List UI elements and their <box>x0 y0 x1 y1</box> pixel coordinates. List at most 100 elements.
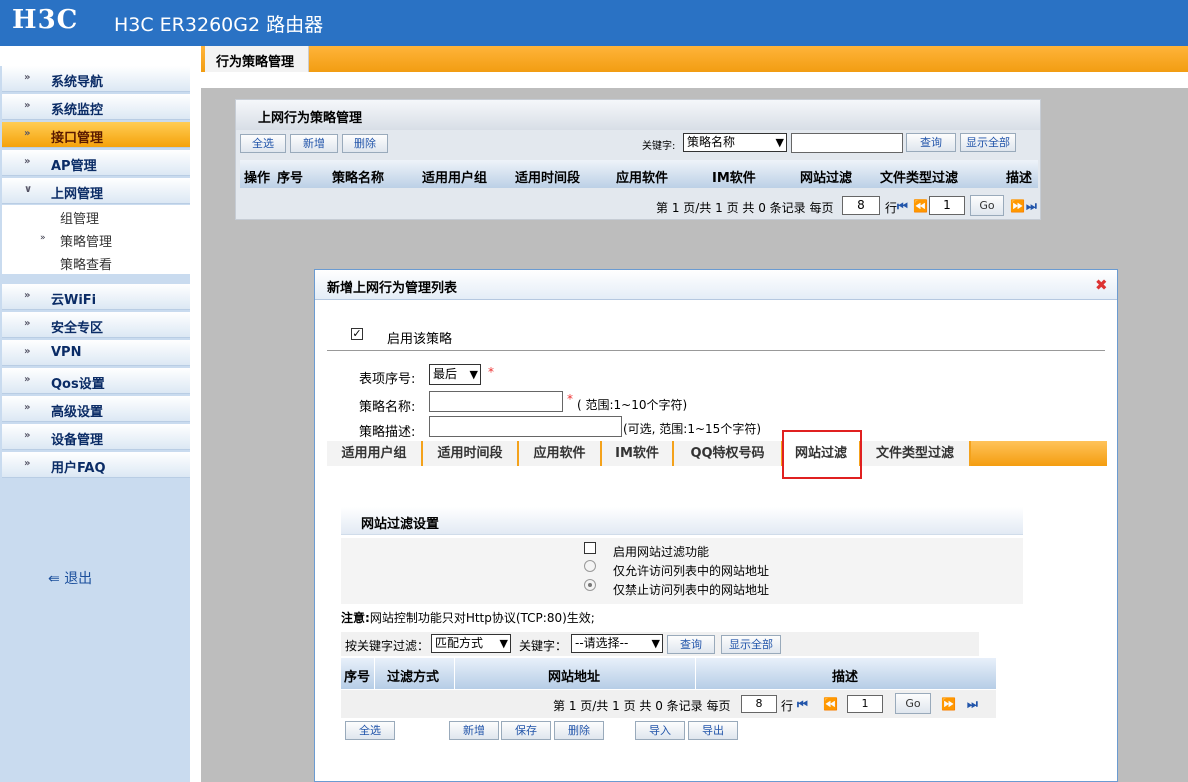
dlg-add-button[interactable]: 新增 <box>449 721 499 740</box>
sidebar-item-advanced[interactable]: » 高级设置 <box>2 396 190 422</box>
chevron-right-icon: » <box>24 156 31 167</box>
policy-desc-input[interactable] <box>429 416 622 437</box>
logout-link[interactable]: ⇚ 退出 <box>48 568 92 588</box>
tab-behavior-policy[interactable]: 行为策略管理 <box>205 46 309 72</box>
enable-filter-checkbox[interactable] <box>584 542 596 554</box>
policy-table-header: 操作 序号 策略名称 适用用户组 适用时间段 应用软件 IM软件 网站过滤 文件… <box>240 160 1038 188</box>
website-go-button[interactable]: Go <box>895 693 931 714</box>
sidebar-item-qos[interactable]: » Qos设置 <box>2 368 190 394</box>
chevron-right-icon: » <box>24 290 31 301</box>
chevron-down-icon: ▼ <box>775 136 784 149</box>
tab-im[interactable]: IM软件 <box>602 441 674 466</box>
tab-qq-privilege[interactable]: QQ特权号码 <box>674 441 783 466</box>
filter-options: 启用网站过滤功能 仅允许访问列表中的网站地址 仅禁止访问列表中的网站地址 <box>341 538 1023 604</box>
website-pager: 第 1 页/共 1 页 共 0 条记录 每页 8 行 ⏮ ⏪ 1 Go ⏩ ⏭ <box>341 690 996 718</box>
select-all-button[interactable]: 全选 <box>240 134 286 153</box>
filter-show-all-button[interactable]: 显示全部 <box>721 635 781 654</box>
add-button[interactable]: 新增 <box>290 134 338 153</box>
keyword-input[interactable] <box>791 133 903 153</box>
sidebar-item-cloud-wifi[interactable]: » 云WiFi <box>2 284 190 310</box>
policy-name-input[interactable] <box>429 391 563 412</box>
sidebar-item-faq[interactable]: » 用户FAQ <box>2 452 190 478</box>
enable-policy-checkbox[interactable]: ✓ <box>351 328 363 340</box>
delete-button[interactable]: 删除 <box>342 134 388 153</box>
chevron-right-icon: » <box>24 402 31 413</box>
deny-list-radio[interactable] <box>584 579 596 591</box>
keyword-select[interactable]: 策略名称 ▼ <box>683 133 787 152</box>
sidebar-subitem-group[interactable]: 组管理 <box>2 205 190 228</box>
next-page-icon[interactable]: ⏩ <box>1010 199 1025 213</box>
add-policy-dialog: 新增上网行为管理列表 ✖ ✓ 启用该策略 表项序号: 最后 ▼ * 策略名称: *… <box>314 269 1118 782</box>
dlg-delete-button[interactable]: 删除 <box>554 721 604 740</box>
sidebar-item-vpn[interactable]: » VPN <box>2 340 190 366</box>
tab-user-group[interactable]: 适用用户组 <box>327 441 423 466</box>
go-button[interactable]: Go <box>970 195 1004 216</box>
highlight-box <box>782 430 862 479</box>
chevron-right-icon: » <box>24 430 31 441</box>
website-table-header: 序号 过滤方式 网站地址 描述 <box>341 658 996 689</box>
chevron-right-icon: » <box>24 318 31 329</box>
allow-list-radio[interactable] <box>584 560 596 572</box>
chevron-right-icon: » <box>40 233 46 243</box>
query-button[interactable]: 查询 <box>906 133 956 152</box>
prev-page-icon[interactable]: ⏪ <box>823 697 838 711</box>
last-page-icon[interactable]: ⏭ <box>1026 199 1037 214</box>
policy-list-panel: 上网行为策略管理 全选 新增 删除 关键字: 策略名称 ▼ 查询 显示全部 操作 … <box>235 99 1041 220</box>
sidebar-item-security[interactable]: » 安全专区 <box>2 312 190 338</box>
last-page-icon[interactable]: ⏭ <box>967 697 978 712</box>
enable-policy-label: 启用该策略 <box>387 332 453 347</box>
first-page-icon[interactable]: ⏮ <box>897 199 908 214</box>
policy-pager: 第 1 页/共 1 页 共 0 条记录 每页 <box>656 201 834 215</box>
main-tab-bar: 行为策略管理 <box>201 46 1188 72</box>
divider <box>327 350 1105 351</box>
app-title: H3C ER3260G2 路由器 <box>114 14 324 36</box>
sidebar-subitem-policy-view[interactable]: 策略查看 <box>2 251 190 274</box>
policy-tab-bar: 适用用户组 适用时间段 应用软件 IM软件 QQ特权号码 网站过滤 文件类型过滤 <box>327 441 1107 466</box>
dlg-import-button[interactable]: 导入 <box>635 721 685 740</box>
sidebar-item-system-nav[interactable]: » 系统导航 <box>2 66 190 92</box>
chevron-right-icon: » <box>24 72 31 83</box>
chevron-right-icon: » <box>24 100 31 111</box>
match-mode-select[interactable]: 匹配方式 ▼ <box>431 634 511 653</box>
chevron-down-icon: ▼ <box>499 637 508 650</box>
filter-query-button[interactable]: 查询 <box>667 635 715 654</box>
per-page-input[interactable]: 8 <box>842 196 880 215</box>
sidebar-item-system-monitor[interactable]: » 系统监控 <box>2 94 190 120</box>
prev-page-icon[interactable]: ⏪ <box>913 199 928 213</box>
seq-select[interactable]: 最后 ▼ <box>429 364 481 385</box>
filter-bar: 按关键字过滤： 匹配方式 ▼ 关键字： --请选择-- ▼ 查询 显示全部 <box>341 632 979 656</box>
sidebar-item-device[interactable]: » 设备管理 <box>2 424 190 450</box>
chevron-right-icon: » <box>24 128 31 139</box>
sidebar-item-interface[interactable]: » 接口管理 <box>2 122 190 148</box>
dialog-title: 新增上网行为管理列表 <box>327 281 458 296</box>
website-per-page-input[interactable]: 8 <box>741 695 777 713</box>
chevron-right-icon: » <box>24 374 31 385</box>
first-page-icon[interactable]: ⏮ <box>797 697 808 712</box>
sidebar-item-ap[interactable]: » AP管理 <box>2 150 190 176</box>
chevron-down-icon: ▼ <box>651 637 660 650</box>
dlg-export-button[interactable]: 导出 <box>688 721 738 740</box>
page-input[interactable]: 1 <box>929 196 965 215</box>
website-filter-section: 网站过滤设置 <box>341 507 1023 535</box>
keyword-label: 关键字: <box>642 141 676 152</box>
show-all-button[interactable]: 显示全部 <box>960 133 1016 152</box>
sidebar: » 系统导航 » 系统监控 » 接口管理 » AP管理 ∨ 上网管理 组管理 »… <box>0 46 201 782</box>
dlg-save-button[interactable]: 保存 <box>501 721 551 740</box>
keyword-filter-select[interactable]: --请选择-- ▼ <box>571 634 663 653</box>
top-header: H3C H3C ER3260G2 路由器 <box>0 0 1188 46</box>
tab-time-range[interactable]: 适用时间段 <box>423 441 519 466</box>
logout-icon: ⇚ <box>48 571 60 587</box>
sidebar-subitem-policy[interactable]: » 策略管理 <box>2 228 190 251</box>
website-page-input[interactable]: 1 <box>847 695 883 713</box>
tab-app[interactable]: 应用软件 <box>519 441 602 466</box>
dlg-select-all-button[interactable]: 全选 <box>345 721 395 740</box>
chevron-down-icon: ▼ <box>469 368 478 381</box>
chevron-right-icon: » <box>24 346 31 357</box>
sidebar-item-internet[interactable]: ∨ 上网管理 <box>2 178 190 204</box>
close-icon[interactable]: ✖ <box>1095 276 1108 294</box>
next-page-icon[interactable]: ⏩ <box>941 697 956 711</box>
h3c-logo: H3C <box>12 5 79 35</box>
chevron-down-icon: ∨ <box>24 184 33 195</box>
tab-file-type-filter[interactable]: 文件类型过滤 <box>861 441 971 466</box>
panel-title: 上网行为策略管理 <box>258 111 363 126</box>
